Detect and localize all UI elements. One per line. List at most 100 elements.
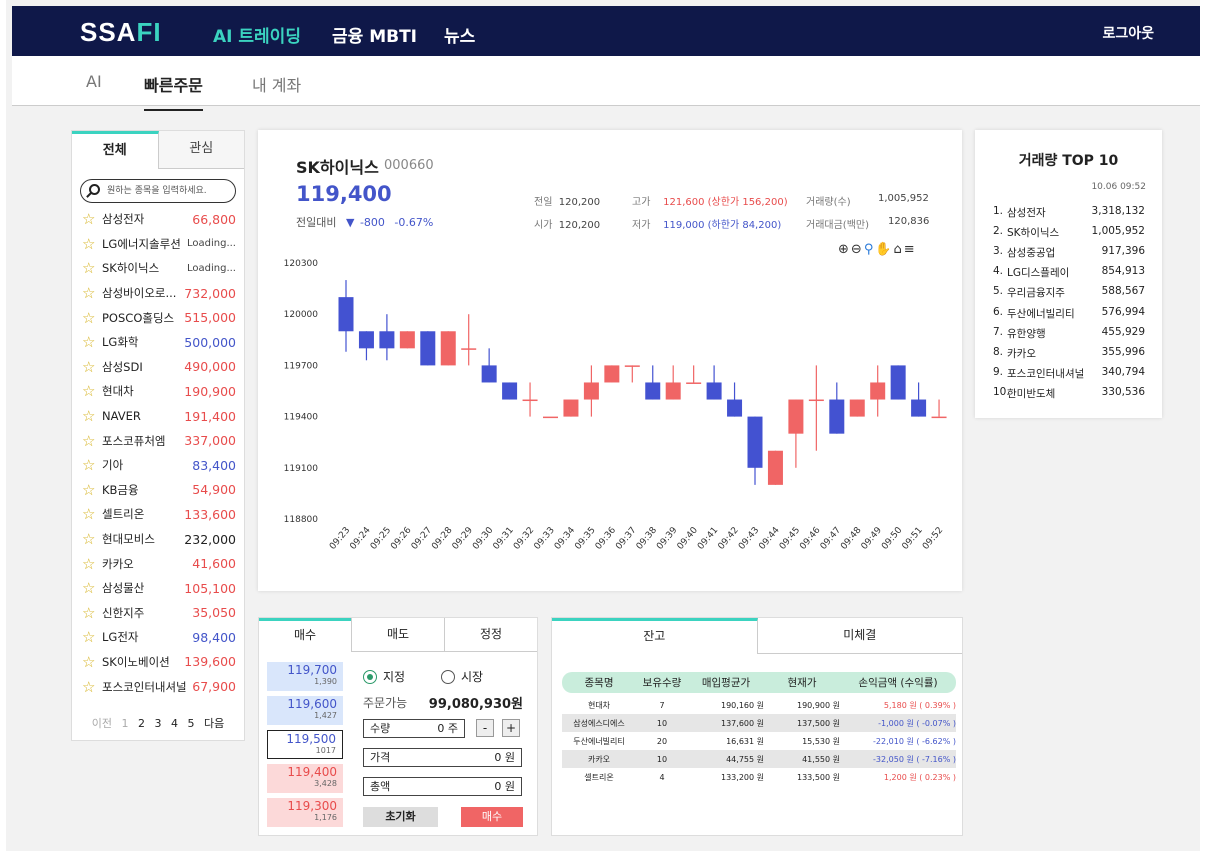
- watchlist-item[interactable]: ☆ LG화학 500,000: [72, 330, 244, 355]
- holding-row[interactable]: 셀트리온 4 133,200 원 133,500 원 1,200 원 ( 0.23% ): [562, 768, 956, 786]
- page-2[interactable]: 2: [138, 717, 145, 730]
- top10-item[interactable]: 5. 우리금융지주 588,567: [993, 285, 1145, 300]
- watchlist-item[interactable]: ☆ LG에너지솔루션 Loading...: [72, 232, 244, 257]
- top10-item[interactable]: 9. 포스코인터내셔널 340,794: [993, 366, 1145, 381]
- star-icon[interactable]: ☆: [82, 530, 102, 548]
- orderbook-level[interactable]: 119,400 3,428: [267, 764, 343, 793]
- star-icon[interactable]: ☆: [82, 432, 102, 450]
- home-icon[interactable]: ⌂: [894, 242, 904, 257]
- star-icon[interactable]: ☆: [82, 653, 102, 671]
- top10-item[interactable]: 1. 삼성전자 3,318,132: [993, 205, 1145, 220]
- holding-row[interactable]: 삼성에스디에스 10 137,600 원 137,500 원 -1,000 원 ( -0…: [562, 714, 956, 732]
- star-icon[interactable]: ☆: [82, 382, 102, 400]
- total-input[interactable]: 총액 0 원: [363, 777, 522, 796]
- top10-item[interactable]: 7. 유한양행 455,929: [993, 326, 1145, 341]
- top10-item[interactable]: 8. 카카오 355,996: [993, 346, 1145, 361]
- buy-button[interactable]: 매수: [461, 807, 523, 827]
- radio-limit[interactable]: 지정: [363, 668, 405, 685]
- watchlist-item[interactable]: ☆ 현대모비스 232,000: [72, 527, 244, 552]
- zoom-out-icon[interactable]: ⊖: [851, 242, 864, 257]
- tab-my-account[interactable]: 내 계좌: [252, 72, 301, 96]
- tab-sell[interactable]: 매도: [351, 618, 444, 652]
- watchlist-item[interactable]: ☆ 삼성전자 66,800: [72, 207, 244, 232]
- page-3[interactable]: 3: [155, 717, 162, 730]
- watchlist-item[interactable]: ☆ 셀트리온 133,600: [72, 502, 244, 527]
- star-icon[interactable]: ☆: [82, 235, 102, 253]
- top-navbar: SSAFI AI 트레이딩 금융 MBTI 뉴스 로그아웃: [12, 6, 1200, 56]
- tab-buy[interactable]: 매수: [259, 618, 351, 652]
- star-icon[interactable]: ☆: [82, 579, 102, 597]
- top10-item[interactable]: 4. LG디스플레이 854,913: [993, 265, 1145, 280]
- tab-balance[interactable]: 잔고: [552, 618, 758, 654]
- watchlist-item[interactable]: ☆ POSCO홀딩스 515,000: [72, 305, 244, 330]
- qty-plus-button[interactable]: +: [502, 719, 520, 737]
- pan-icon[interactable]: ✋: [875, 242, 893, 257]
- top10-item[interactable]: 10. 한미반도체 330,536: [993, 386, 1145, 401]
- tab-all[interactable]: 전체: [72, 131, 159, 169]
- star-icon[interactable]: ☆: [82, 628, 102, 646]
- holding-row[interactable]: 카카오 10 44,755 원 41,550 원 -32,050 원 ( -7.16% …: [562, 750, 956, 768]
- nav-news[interactable]: 뉴스: [444, 22, 475, 47]
- star-icon[interactable]: ☆: [82, 555, 102, 573]
- quantity-input[interactable]: 수량 0 주: [363, 719, 465, 738]
- watchlist-item[interactable]: ☆ 삼성물산 105,100: [72, 576, 244, 601]
- orderbook-level[interactable]: 119,700 1,390: [267, 662, 343, 691]
- search-input[interactable]: 원하는 종목을 입력하세요.: [80, 179, 236, 203]
- watchlist-item[interactable]: ☆ 삼성바이오로... 732,000: [72, 281, 244, 306]
- nav-ai-trading[interactable]: AI 트레이딩: [213, 22, 301, 47]
- page-next[interactable]: 다음: [204, 717, 224, 730]
- logo[interactable]: SSAFI: [80, 17, 162, 48]
- zoom-select-icon[interactable]: ⚲: [864, 242, 876, 257]
- star-icon[interactable]: ☆: [82, 210, 102, 228]
- watchlist-item[interactable]: ☆ 현대차 190,900: [72, 379, 244, 404]
- holding-row[interactable]: 현대차 7 190,160 원 190,900 원 5,180 원 ( 0.39% ): [562, 696, 956, 714]
- watchlist-item[interactable]: ☆ 신한지주 35,050: [72, 601, 244, 626]
- page-4[interactable]: 4: [171, 717, 178, 730]
- top10-item[interactable]: 2. SK하이닉스 1,005,952: [993, 225, 1145, 240]
- watchlist-item[interactable]: ☆ NAVER 191,400: [72, 404, 244, 429]
- star-icon[interactable]: ☆: [82, 481, 102, 499]
- star-icon[interactable]: ☆: [82, 309, 102, 327]
- price-input[interactable]: 가격 0 원: [363, 748, 522, 767]
- menu-icon[interactable]: ≡: [904, 242, 917, 257]
- tab-modify[interactable]: 정정: [444, 618, 537, 652]
- radio-market[interactable]: 시장: [441, 668, 483, 685]
- orderbook-level[interactable]: 119,500 1017: [267, 730, 343, 759]
- star-icon[interactable]: ☆: [82, 259, 102, 277]
- tab-ai[interactable]: AI: [86, 72, 102, 91]
- star-icon[interactable]: ☆: [82, 604, 102, 622]
- page-prev[interactable]: 이전: [92, 717, 112, 730]
- qty-minus-button[interactable]: -: [476, 719, 494, 737]
- reset-button[interactable]: 초기화: [363, 807, 438, 827]
- star-icon[interactable]: ☆: [82, 678, 102, 696]
- star-icon[interactable]: ☆: [82, 505, 102, 523]
- star-icon[interactable]: ☆: [82, 456, 102, 474]
- watchlist-item[interactable]: ☆ 포스코퓨처엠 337,000: [72, 428, 244, 453]
- star-icon[interactable]: ☆: [82, 358, 102, 376]
- watchlist-item[interactable]: ☆ 삼성SDI 490,000: [72, 355, 244, 380]
- star-icon[interactable]: ☆: [82, 407, 102, 425]
- page-1[interactable]: 1: [122, 717, 129, 730]
- page-5[interactable]: 5: [188, 717, 195, 730]
- orderbook-level[interactable]: 119,300 1,176: [267, 798, 343, 827]
- orderbook-level[interactable]: 119,600 1,427: [267, 696, 343, 725]
- watchlist-item[interactable]: ☆ SK하이닉스 Loading...: [72, 256, 244, 281]
- watchlist-item[interactable]: ☆ LG전자 98,400: [72, 625, 244, 650]
- watchlist-item[interactable]: ☆ 기아 83,400: [72, 453, 244, 478]
- logout-button[interactable]: 로그아웃: [1102, 23, 1154, 43]
- star-icon[interactable]: ☆: [82, 284, 102, 302]
- tab-unfilled[interactable]: 미체결: [757, 618, 962, 654]
- watchlist-item[interactable]: ☆ SK이노베이션 139,600: [72, 650, 244, 675]
- watchlist-item[interactable]: ☆ 카카오 41,600: [72, 551, 244, 576]
- zoom-in-icon[interactable]: ⊕: [838, 242, 851, 257]
- top10-item[interactable]: 6. 두산에너빌리티 576,994: [993, 306, 1145, 321]
- holding-avg: 137,600 원: [721, 718, 764, 728]
- holding-row[interactable]: 두산에너빌리티 20 16,631 원 15,530 원 -22,010 원 ( -6.…: [562, 732, 956, 750]
- tab-favorites[interactable]: 관심: [158, 131, 244, 169]
- watchlist-item[interactable]: ☆ KB금융 54,900: [72, 478, 244, 503]
- top10-item[interactable]: 3. 삼성중공업 917,396: [993, 245, 1145, 260]
- star-icon[interactable]: ☆: [82, 333, 102, 351]
- tab-quick-order[interactable]: 빠른주문: [144, 72, 203, 111]
- watchlist-item[interactable]: ☆ 포스코인터내셔널 67,900: [72, 674, 244, 699]
- nav-finance-mbti[interactable]: 금융 MBTI: [332, 22, 417, 47]
